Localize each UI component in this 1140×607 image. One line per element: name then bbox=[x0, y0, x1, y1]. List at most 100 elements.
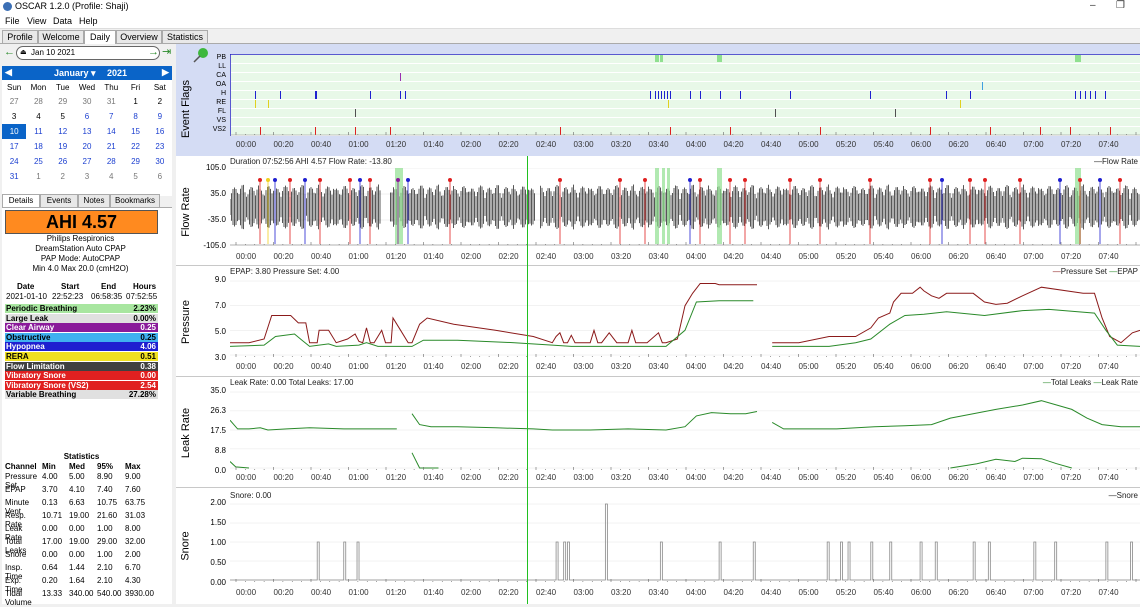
event-row[interactable]: Obstructive 0.25 bbox=[5, 332, 158, 342]
tab-daily[interactable]: Daily bbox=[84, 30, 116, 44]
calendar-day[interactable]: 14 bbox=[99, 124, 123, 139]
calendar-day[interactable]: 1 bbox=[26, 169, 50, 184]
calendar-day[interactable]: 31 bbox=[99, 94, 123, 109]
menu-help[interactable]: Help bbox=[79, 16, 98, 26]
calendar-day[interactable]: 2 bbox=[51, 169, 75, 184]
calendar-day[interactable]: 10 bbox=[2, 124, 27, 139]
calendar-day[interactable]: 1 bbox=[123, 94, 147, 109]
calendar-day[interactable]: 28 bbox=[99, 154, 123, 169]
back-arrow-icon[interactable]: ← bbox=[4, 46, 15, 58]
calendar-day[interactable]: 3 bbox=[75, 169, 99, 184]
flag-row-label: CA bbox=[216, 72, 226, 79]
calendar-year[interactable]: 2021 bbox=[107, 68, 127, 78]
calendar-day[interactable]: 4 bbox=[26, 109, 50, 124]
calendar-day[interactable]: 6 bbox=[75, 109, 99, 124]
event-row[interactable]: RERA 0.51 bbox=[5, 352, 158, 361]
event-row[interactable]: Variable Breathing 27.28% bbox=[5, 390, 158, 400]
calendar-day[interactable]: 23 bbox=[148, 139, 172, 154]
date-selector[interactable]: ⏏ Jan 10 2021 bbox=[16, 46, 160, 60]
leak-rate-plot[interactable] bbox=[230, 391, 1140, 471]
tab-overview[interactable]: Overview bbox=[116, 30, 162, 43]
event-row[interactable]: Clear Airway 0.25 bbox=[5, 323, 158, 333]
menu-data[interactable]: Data bbox=[53, 16, 72, 26]
calendar-day[interactable]: 27 bbox=[2, 94, 26, 109]
event-row[interactable]: Periodic Breathing 2.23% bbox=[5, 304, 158, 313]
time-tick-label: 00:40 bbox=[311, 473, 332, 482]
calendar-month[interactable]: January ▾ bbox=[54, 68, 96, 79]
event-row[interactable]: Large Leak 0.00% bbox=[5, 313, 158, 323]
tab-welcome[interactable]: Welcome bbox=[38, 30, 84, 43]
tab-events[interactable]: Events bbox=[40, 194, 78, 207]
calendar-day[interactable]: 18 bbox=[26, 139, 50, 154]
time-tick-label: 00:40 bbox=[311, 252, 332, 261]
prev-month-icon[interactable]: ◀ bbox=[5, 67, 12, 78]
y-tick-label: 1.00 bbox=[210, 538, 226, 547]
event-marker-dot bbox=[288, 178, 292, 182]
event-row[interactable]: Hypopnea 4.06 bbox=[5, 342, 158, 352]
tab-details[interactable]: Details bbox=[2, 194, 40, 207]
calendar-day[interactable]: 7 bbox=[99, 109, 123, 124]
legend-pressure-set: Pressure Set bbox=[1060, 267, 1108, 276]
restore-button[interactable]: ❐ bbox=[1116, 0, 1125, 11]
time-cursor-line[interactable] bbox=[527, 156, 528, 604]
event-marker-dot bbox=[358, 178, 362, 182]
jump-end-icon[interactable]: ⇥ bbox=[162, 46, 171, 58]
calendar-day[interactable]: 21 bbox=[99, 139, 123, 154]
calendar-day[interactable]: 30 bbox=[75, 94, 99, 109]
next-month-icon[interactable]: ▶ bbox=[162, 67, 169, 78]
y-tick-label: 35.0 bbox=[210, 386, 226, 395]
event-row[interactable]: Vibratory Snore 0.00 bbox=[5, 371, 158, 381]
y-tick-label: 17.5 bbox=[210, 426, 226, 435]
calendar-day[interactable]: 28 bbox=[26, 94, 50, 109]
tab-bookmarks[interactable]: Bookmarks bbox=[110, 194, 160, 207]
flag-mark bbox=[400, 73, 401, 81]
calendar-day[interactable]: 29 bbox=[51, 94, 75, 109]
time-tick-label: 03:00 bbox=[573, 473, 594, 482]
event-flags-plot[interactable] bbox=[230, 54, 1140, 136]
tab-profile[interactable]: Profile bbox=[2, 30, 38, 43]
calendar-day[interactable]: 27 bbox=[75, 154, 99, 169]
calendar-day[interactable]: 24 bbox=[2, 154, 26, 169]
calendar-day[interactable]: 13 bbox=[75, 124, 99, 139]
calendar-day[interactable]: 15 bbox=[123, 124, 147, 139]
calendar-day[interactable]: 4 bbox=[99, 169, 123, 184]
calendar-day[interactable]: 3 bbox=[2, 109, 26, 124]
calendar-day[interactable]: 29 bbox=[123, 154, 147, 169]
calendar-day[interactable]: 8 bbox=[123, 109, 147, 124]
event-row[interactable]: Flow Limitation 0.38 bbox=[5, 361, 158, 371]
calendar-day[interactable]: 19 bbox=[51, 139, 75, 154]
flow-rate-plot[interactable] bbox=[230, 168, 1140, 246]
calendar-day[interactable]: 31 bbox=[2, 169, 26, 184]
calendar-day[interactable]: 22 bbox=[123, 139, 147, 154]
calendar-day[interactable]: 20 bbox=[75, 139, 99, 154]
calendar-day[interactable]: 30 bbox=[148, 154, 172, 169]
session-row[interactable]: 2021-01-10 22:52:23 06:58:35 07:52:55 bbox=[5, 292, 158, 302]
calendar-day[interactable]: 5 bbox=[51, 109, 75, 124]
tab-notes[interactable]: Notes bbox=[78, 194, 110, 207]
calendar-day[interactable]: 26 bbox=[51, 154, 75, 169]
flag-mark bbox=[370, 91, 371, 99]
menu-file[interactable]: File bbox=[5, 16, 20, 26]
event-row[interactable]: Vibratory Snore (VS2) 2.54 bbox=[5, 380, 158, 390]
calendar-day[interactable]: 12 bbox=[51, 124, 75, 139]
event-marker-dot bbox=[618, 178, 622, 182]
pressure-plot[interactable] bbox=[230, 280, 1140, 358]
calendar-day[interactable]: 2 bbox=[148, 94, 172, 109]
tab-statistics[interactable]: Statistics bbox=[162, 30, 208, 43]
time-tick-label: 07:20 bbox=[1061, 252, 1082, 261]
calendar-day[interactable]: 9 bbox=[148, 109, 172, 124]
flag-row-band bbox=[231, 127, 1140, 135]
pressure-set-series-2 bbox=[772, 286, 1140, 344]
calendar-day[interactable]: 5 bbox=[123, 169, 147, 184]
calendar-day[interactable]: 6 bbox=[148, 169, 172, 184]
flag-mark bbox=[660, 55, 663, 62]
calendar-day[interactable]: 25 bbox=[26, 154, 50, 169]
time-tick-label: 00:20 bbox=[273, 588, 294, 597]
minimize-button[interactable]: – bbox=[1090, 0, 1096, 11]
forward-arrow-icon[interactable]: → bbox=[148, 46, 159, 58]
calendar-day[interactable]: 17 bbox=[2, 139, 26, 154]
snore-plot[interactable] bbox=[230, 503, 1140, 583]
calendar-day[interactable]: 11 bbox=[26, 124, 50, 139]
calendar-day[interactable]: 16 bbox=[148, 124, 172, 139]
menu-view[interactable]: View bbox=[27, 16, 46, 26]
